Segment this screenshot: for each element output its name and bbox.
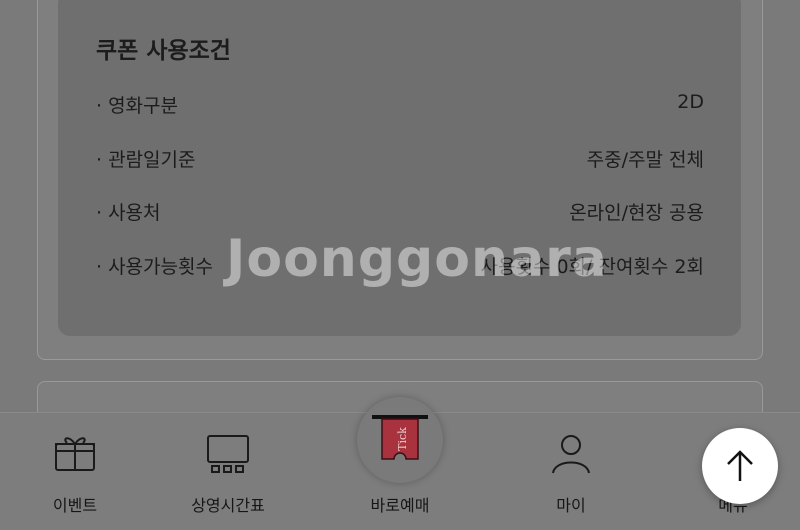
tab-schedule[interactable]: 상영시간표: [163, 413, 293, 530]
condition-value: 주중/주말 전체: [586, 149, 704, 171]
arrow-up-icon: [727, 450, 753, 481]
ticket-icon: Tick: [372, 409, 428, 469]
tab-label: 바로예매: [370, 496, 430, 515]
quick-reserve-button[interactable]: Tick: [357, 397, 443, 483]
condition-row-viewing-date: · 관람일기준 주중/주말 전체: [96, 145, 704, 179]
condition-label: · 영화구분: [96, 95, 178, 117]
ticket-label: Tick: [396, 427, 409, 451]
gift-icon: [53, 433, 97, 477]
coupon-title: 쿠폰 사용조건: [96, 38, 231, 64]
tab-label: 상영시간표: [191, 496, 265, 515]
condition-label: · 사용가능횟수: [96, 256, 213, 278]
watermark: Joonggonara: [226, 229, 608, 289]
tab-my[interactable]: 마이: [506, 413, 636, 530]
tab-label: 마이: [556, 496, 586, 515]
condition-row-movie-type: · 영화구분 2D: [96, 91, 704, 125]
user-icon: [549, 433, 593, 479]
condition-label: · 사용처: [96, 202, 161, 224]
condition-value: 온라인/현장 공용: [569, 202, 704, 224]
condition-label: · 관람일기준: [96, 149, 196, 171]
tab-label: 이벤트: [52, 496, 98, 515]
condition-row-usage-place: · 사용처 온라인/현장 공용: [96, 198, 704, 232]
condition-value: 2D: [677, 91, 704, 113]
schedule-icon: [205, 433, 251, 479]
tab-event[interactable]: 이벤트: [10, 413, 140, 530]
scroll-to-top-button[interactable]: [702, 428, 778, 504]
